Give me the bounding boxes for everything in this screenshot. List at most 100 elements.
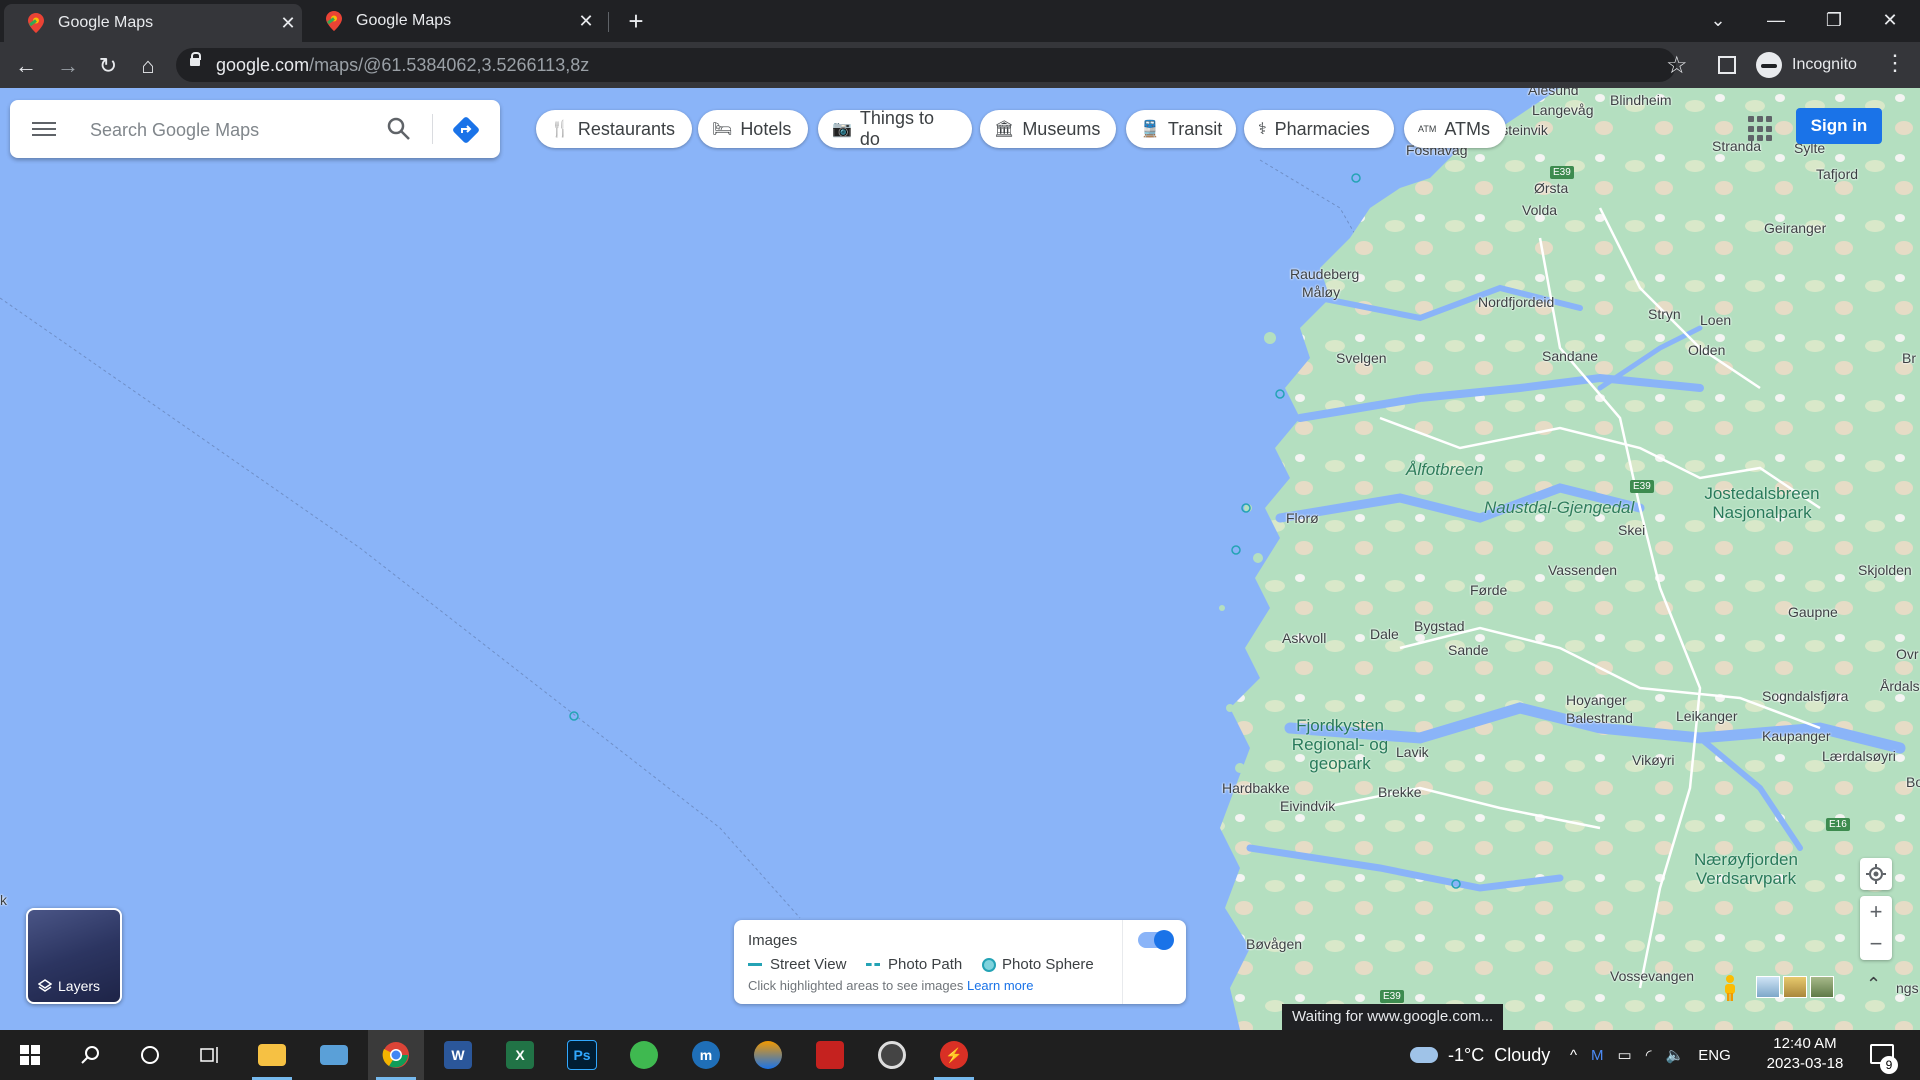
place-label[interactable]: k <box>0 892 7 908</box>
tab-close-icon[interactable]: ✕ <box>274 13 302 34</box>
place-label[interactable]: Gaupne <box>1788 604 1838 620</box>
search-input[interactable] <box>88 112 372 148</box>
place-label[interactable]: Br <box>1902 350 1916 366</box>
place-label[interactable]: Svelgen <box>1336 350 1387 366</box>
place-label[interactable]: Florø <box>1286 510 1319 526</box>
place-label[interactable]: Bo <box>1906 774 1920 790</box>
tab-search-icon[interactable]: ⌄ <box>1690 0 1746 42</box>
place-label[interactable]: Sande <box>1448 642 1488 658</box>
place-label[interactable]: Ålesund <box>1528 88 1579 98</box>
incognito-profile[interactable]: Incognito <box>1756 49 1857 81</box>
bookmark-star-icon[interactable]: ☆ <box>1666 51 1688 80</box>
park-label[interactable]: Jostedalsbreen Nasjonalpark <box>1692 484 1832 522</box>
language-indicator[interactable]: ENG <box>1698 1047 1731 1064</box>
music-app-icon[interactable] <box>864 1030 920 1080</box>
color-app-icon[interactable] <box>740 1030 796 1080</box>
place-label[interactable]: Volda <box>1522 202 1557 218</box>
excel-icon[interactable]: X <box>492 1030 548 1080</box>
word-icon[interactable]: W <box>430 1030 486 1080</box>
sign-in-button[interactable]: Sign in <box>1796 108 1882 144</box>
place-label[interactable]: Geiranger <box>1764 220 1826 236</box>
place-label[interactable]: Ørsta <box>1534 180 1568 196</box>
weather-widget[interactable]: -1°C Cloudy <box>1410 1030 1550 1080</box>
place-label[interactable]: Blindheim <box>1610 92 1671 108</box>
thumbnail-image[interactable] <box>1783 976 1807 998</box>
reload-icon[interactable]: ↻ <box>92 50 124 82</box>
place-label[interactable]: Eivindvik <box>1280 798 1335 814</box>
place-label[interactable]: Hoyanger <box>1566 692 1627 708</box>
collapse-chevron-icon[interactable]: ⌃ <box>1866 974 1881 995</box>
park-label[interactable]: Nærøyfjorden Verdsarvpark <box>1686 850 1806 888</box>
forward-icon[interactable]: → <box>52 50 84 82</box>
zoom-in-button[interactable]: + <box>1860 896 1892 928</box>
place-label[interactable]: Kaupanger <box>1762 728 1831 744</box>
place-label[interactable]: Raudeberg <box>1290 266 1359 282</box>
tab-google-maps-active[interactable]: Google Maps ✕ <box>4 4 302 42</box>
chip-hotels[interactable]: 🛏 Hotels <box>698 110 808 148</box>
place-label[interactable]: Skjolden <box>1858 562 1912 578</box>
my-location-icon[interactable] <box>1860 858 1892 890</box>
search-icon[interactable] <box>384 114 414 144</box>
google-apps-icon[interactable] <box>1748 116 1774 142</box>
volume-icon[interactable]: 🔈 <box>1666 1046 1685 1064</box>
place-label[interactable]: Ovr <box>1896 646 1919 662</box>
place-label[interactable]: Balestrand <box>1566 710 1633 726</box>
layers-label-group[interactable]: Layers <box>38 978 100 994</box>
place-label[interactable]: Årdalst <box>1880 678 1920 694</box>
map-canvas[interactable]: Ålesund Blindheim Langevåg Ulsteinvik Fo… <box>0 88 1920 1030</box>
chrome-icon[interactable] <box>368 1030 424 1080</box>
home-icon[interactable]: ⌂ <box>132 50 164 82</box>
tray-chevron-icon[interactable]: ^ <box>1570 1047 1577 1064</box>
close-window-button[interactable]: ✕ <box>1862 0 1918 42</box>
place-label[interactable]: Måløy <box>1302 284 1340 300</box>
blue-app-icon[interactable]: m <box>678 1030 734 1080</box>
place-label[interactable]: Tafjord <box>1816 166 1858 182</box>
thumbnail-image[interactable] <box>1810 976 1834 998</box>
photoshop-icon[interactable]: Ps <box>554 1030 610 1080</box>
image-thumbnails[interactable] <box>1756 976 1834 998</box>
back-icon[interactable]: ← <box>10 50 42 82</box>
park-label[interactable]: Ålfotbreen <box>1406 460 1484 479</box>
place-label[interactable]: Vassenden <box>1548 562 1617 578</box>
flash-app-icon[interactable]: ⚡ <box>926 1030 982 1080</box>
url-text[interactable]: google.com/maps/@61.5384062,3.5266113,8z <box>216 55 589 76</box>
battery-icon[interactable]: ▭ <box>1618 1046 1632 1064</box>
side-panel-icon[interactable] <box>1718 56 1736 74</box>
minimize-button[interactable]: — <box>1748 0 1804 42</box>
zoom-out-button[interactable]: − <box>1860 928 1892 960</box>
place-label[interactable]: Loen <box>1700 312 1731 328</box>
place-label[interactable]: Førde <box>1470 582 1507 598</box>
start-button[interactable] <box>2 1030 58 1080</box>
place-label[interactable]: Vossevangen <box>1610 968 1694 984</box>
place-label[interactable]: Olden <box>1688 342 1725 358</box>
place-label[interactable]: Askvoll <box>1282 630 1326 646</box>
place-label[interactable]: Sandane <box>1542 348 1598 364</box>
place-label[interactable]: Vikøyri <box>1632 752 1675 768</box>
hamburger-menu-icon[interactable] <box>32 118 56 140</box>
place-label[interactable]: Lærdalsøyri <box>1822 748 1896 764</box>
chip-things-to-do[interactable]: 📷 Things to do <box>818 108 972 149</box>
chip-atms[interactable]: ATM ATMs <box>1404 110 1506 148</box>
restore-button[interactable]: ❐ <box>1806 0 1862 42</box>
file-explorer-icon[interactable] <box>244 1030 300 1080</box>
thumbnail-image[interactable] <box>1756 976 1780 998</box>
directions-icon[interactable] <box>452 116 480 144</box>
chip-restaurants[interactable]: 🍴 Restaurants <box>536 110 692 148</box>
pegman-icon[interactable] <box>1720 974 1740 1002</box>
place-label[interactable]: Brekke <box>1378 784 1422 800</box>
taskbar-search-icon[interactable] <box>62 1030 118 1080</box>
learn-more-link[interactable]: Learn more <box>967 978 1033 993</box>
tray-app-icon[interactable]: M <box>1591 1047 1604 1064</box>
place-label[interactable]: Sogndalsfjøra <box>1762 688 1848 704</box>
images-toggle[interactable] <box>1138 930 1174 950</box>
place-label[interactable]: Dale <box>1370 626 1399 642</box>
place-label[interactable]: Nordfjordeid <box>1478 294 1554 310</box>
tab-close-icon[interactable]: ✕ <box>572 11 600 32</box>
clock[interactable]: 12:40 AM 2023-03-18 <box>1760 1034 1850 1074</box>
place-label[interactable]: Skei <box>1618 522 1645 538</box>
new-tab-button[interactable]: + <box>620 6 652 36</box>
chip-museums[interactable]: 🏛 Museums <box>980 110 1116 148</box>
green-app-icon[interactable] <box>616 1030 672 1080</box>
place-label[interactable]: ngs <box>1896 980 1919 996</box>
place-label[interactable]: Stryn <box>1648 306 1681 322</box>
